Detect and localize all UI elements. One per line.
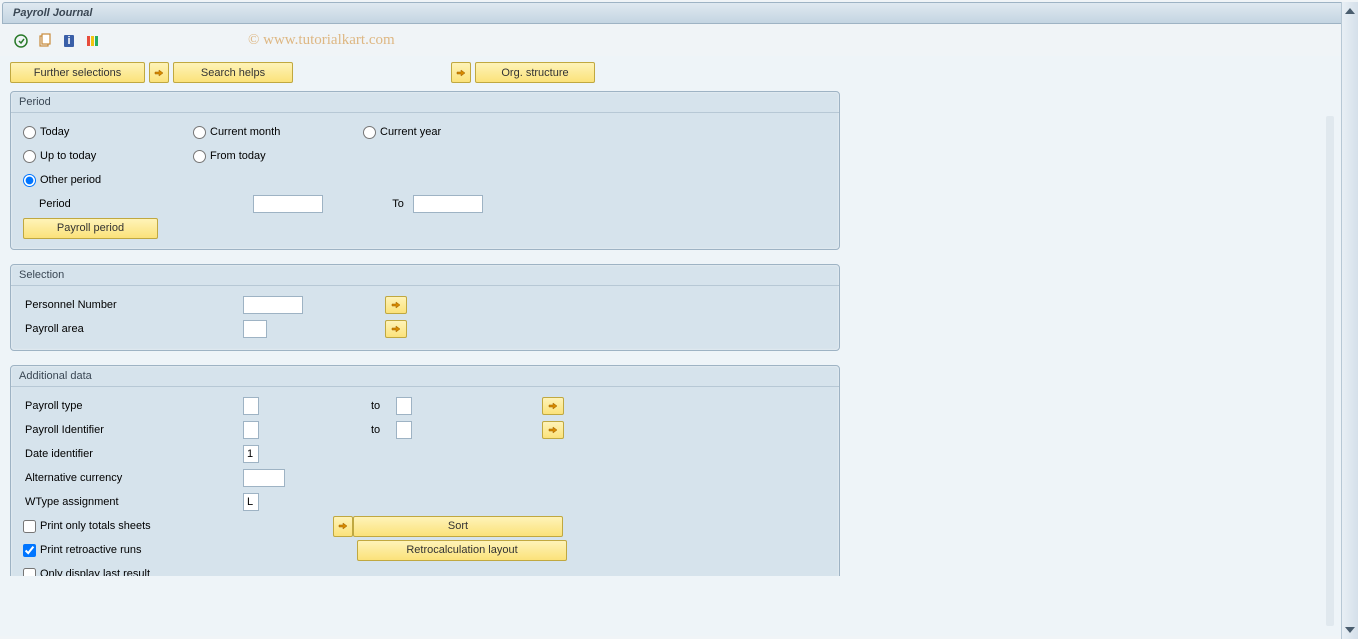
payroll-identifier-to-label: to [259,424,396,436]
top-buttons-row: Further selections Search helps Org. str… [10,62,1342,83]
svg-text:i: i [67,35,70,47]
additional-data-group: Additional data Payroll type to Payroll … [10,365,840,576]
payroll-identifier-label: Payroll Identifier [23,424,243,436]
date-identifier-input[interactable] [243,445,259,463]
further-selections-label: Further selections [34,67,121,79]
radio-current-month-label: Current month [210,126,280,138]
retro-layout-button-label: Retrocalculation layout [406,544,517,556]
payroll-area-multiple-button[interactable] [385,320,407,338]
payroll-identifier-from-input[interactable] [243,421,259,439]
period-to-input[interactable] [413,195,483,213]
radio-current-month[interactable]: Current month [193,126,363,139]
vertical-scrollbar[interactable] [1341,2,1358,639]
period-from-input[interactable] [253,195,323,213]
date-identifier-label: Date identifier [23,448,243,460]
payroll-type-from-input[interactable] [243,397,259,415]
wtype-input[interactable] [243,493,259,511]
radio-current-year-label: Current year [380,126,441,138]
print-retro-label: Print retroactive runs [40,544,141,556]
payroll-identifier-to-input[interactable] [396,421,412,439]
info-icon[interactable]: i [60,32,78,50]
payroll-area-label: Payroll area [23,323,243,335]
payroll-identifier-multiple-button[interactable] [542,421,564,439]
additional-data-group-header: Additional data [11,366,839,387]
content-area: Further selections Search helps Org. str… [0,56,1358,576]
selection-group: Selection Personnel Number Payroll area [10,264,840,351]
selection-group-header: Selection [11,265,839,286]
arrow-button-1[interactable] [149,62,169,83]
payroll-period-button[interactable]: Payroll period [23,218,158,239]
personnel-number-input[interactable] [243,296,303,314]
radio-up-to-today-label: Up to today [40,150,96,162]
personnel-number-label: Personnel Number [23,299,243,311]
personnel-number-multiple-button[interactable] [385,296,407,314]
search-helps-label: Search helps [201,67,265,79]
period-to-label: To [323,198,413,210]
main-work-area: Further selections Search helps Org. str… [0,56,1358,636]
org-structure-button[interactable]: Org. structure [475,62,595,83]
payroll-type-to-label: to [259,400,396,412]
period-label: Period [39,198,253,210]
radio-other-period[interactable]: Other period [23,174,193,187]
application-toolbar: i [0,26,1358,56]
period-group-header: Period [11,92,839,113]
scroll-down-icon[interactable] [1345,627,1355,633]
sort-button-label: Sort [448,520,468,532]
color-legend-icon[interactable] [84,32,102,50]
execute-icon[interactable] [12,32,30,50]
radio-current-year[interactable]: Current year [363,126,533,139]
sort-arrow-button[interactable] [333,516,353,537]
print-totals-checkbox[interactable]: Print only totals sheets [23,520,333,533]
page-title: Payroll Journal [13,7,92,19]
alt-currency-label: Alternative currency [23,472,243,484]
only-last-label: Only display last result [40,568,150,576]
radio-today-label: Today [40,126,69,138]
payroll-type-to-input[interactable] [396,397,412,415]
period-group: Period Today Current month Current year … [10,91,840,250]
radio-from-today[interactable]: From today [193,150,363,163]
print-retro-checkbox[interactable]: Print retroactive runs [23,544,333,557]
further-selections-button[interactable]: Further selections [10,62,145,83]
payroll-period-button-label: Payroll period [57,222,124,234]
search-helps-button[interactable]: Search helps [173,62,293,83]
payroll-type-label: Payroll type [23,400,243,412]
get-variant-icon[interactable] [36,32,54,50]
radio-from-today-label: From today [210,150,266,162]
alt-currency-input[interactable] [243,469,285,487]
retro-layout-button[interactable]: Retrocalculation layout [357,540,567,561]
radio-other-period-label: Other period [40,174,101,186]
radio-up-to-today[interactable]: Up to today [23,150,193,163]
sort-button[interactable]: Sort [353,516,563,537]
payroll-area-input[interactable] [243,320,267,338]
inner-scrollbar[interactable] [1326,116,1334,626]
scroll-up-icon[interactable] [1345,8,1355,14]
wtype-label: WType assignment [23,496,243,508]
arrow-button-2[interactable] [451,62,471,83]
only-last-checkbox[interactable]: Only display last result [23,568,150,577]
print-totals-label: Print only totals sheets [40,520,151,532]
title-bar: Payroll Journal [2,2,1356,24]
org-structure-label: Org. structure [501,67,568,79]
radio-today[interactable]: Today [23,126,193,139]
payroll-type-multiple-button[interactable] [542,397,564,415]
